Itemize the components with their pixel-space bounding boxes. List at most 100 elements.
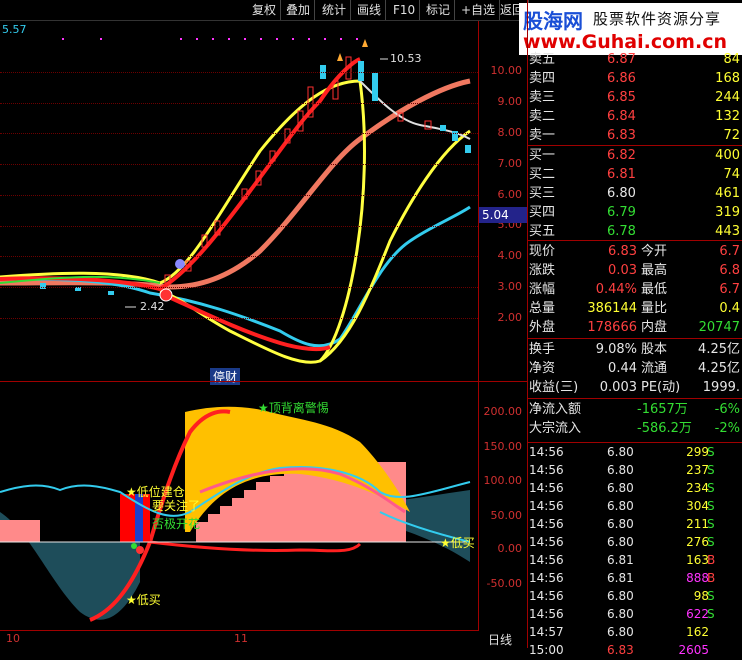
order-volume: 168	[715, 71, 740, 86]
tick-side: S	[707, 607, 715, 621]
tick-row: 14:56 6.80 304 S	[527, 497, 742, 515]
quote-value: 6.7	[719, 282, 740, 297]
tick-row: 14:57 6.80 162	[527, 623, 742, 641]
tick-row: 14:56 6.80 299 S	[527, 443, 742, 461]
quote-key: 净资	[529, 361, 556, 376]
order-volume: 84	[723, 52, 740, 67]
flow-value: -586.2万	[637, 421, 692, 436]
y-tick: 50.00	[490, 509, 523, 522]
gridline	[0, 256, 478, 257]
gridline	[0, 226, 478, 227]
tick-side: S	[707, 463, 715, 477]
gridline	[0, 103, 478, 104]
tick-side: S	[707, 499, 715, 513]
order-label: 卖五	[529, 52, 556, 67]
y-tick: 7.00	[497, 157, 523, 170]
tick-side: S	[707, 481, 715, 495]
add-favorite-button[interactable]: +自选	[457, 0, 501, 20]
gridline	[0, 164, 478, 165]
ma-yellow-2	[319, 129, 471, 363]
quote-key: PE(动)	[641, 380, 681, 395]
tick-volume: 162	[686, 625, 709, 639]
tick-volume: 2605	[678, 643, 709, 657]
order-book-row: 卖二 6.84 132	[527, 107, 742, 126]
x-label-10: 10	[6, 632, 20, 645]
tick-time: 14:56	[529, 571, 564, 585]
gridline	[0, 318, 478, 319]
order-book: 卖五 6.87 84 卖四 6.86 168 卖三 6.85 244 卖二 6.84 132 卖一 6.8…	[527, 50, 742, 241]
quote-divider	[527, 338, 742, 339]
y-tick: 100.00	[483, 474, 523, 487]
order-label: 卖一	[529, 128, 556, 143]
order-label: 买一	[529, 148, 556, 163]
tick-price: 6.83	[607, 643, 634, 657]
order-volume: 319	[715, 205, 740, 220]
order-book-row: 卖五 6.87 84	[527, 50, 742, 69]
mark-button[interactable]: 标记	[422, 0, 456, 20]
tick-side: B	[707, 553, 716, 567]
tick-volume: 299	[686, 445, 709, 459]
candles	[40, 56, 471, 295]
quote-key: 最低	[641, 282, 668, 297]
order-price: 6.81	[607, 167, 636, 182]
order-volume: 244	[715, 90, 740, 105]
tick-row: 14:56 6.80 622 S	[527, 605, 742, 623]
tick-time: 14:56	[529, 481, 564, 495]
quote-key: 涨幅	[529, 282, 556, 297]
stats-button[interactable]: 统计	[318, 0, 352, 20]
tick-volume: 622	[686, 607, 709, 621]
tick-row: 14:56 6.80 234 S	[527, 479, 742, 497]
overlay-button[interactable]: 叠加	[282, 0, 316, 20]
tick-row: 14:56 6.80 237 S	[527, 461, 742, 479]
quote-row: 涨幅 0.44% 最低 6.7	[527, 280, 742, 299]
y-tick: 200.00	[483, 405, 523, 418]
tick-price: 6.80	[607, 499, 634, 513]
order-label: 买二	[529, 167, 556, 182]
order-volume: 74	[723, 167, 740, 182]
y-tick: 150.00	[483, 440, 523, 453]
tick-time: 14:56	[529, 517, 564, 531]
y-tick: 6.00	[497, 188, 523, 201]
high-price-label: 10.53	[390, 52, 422, 65]
tick-price: 6.81	[607, 553, 634, 567]
flow-percent: -6%	[714, 402, 740, 417]
f10-button[interactable]: F10	[389, 0, 421, 20]
tick-price: 6.81	[607, 571, 634, 585]
draw-line-button[interactable]: 画线	[353, 0, 387, 20]
watermark: 股海网 股票软件资源分享 www.Guhai.com.cn	[519, 3, 742, 55]
main-chart[interactable]: 5.57 10.53 2.42 停财	[0, 21, 478, 385]
gridline	[0, 195, 478, 196]
quote-key: 外盘	[529, 320, 556, 335]
order-label: 买五	[529, 224, 556, 239]
order-label: 卖三	[529, 90, 556, 105]
quote-row: 外盘 178666 内盘 20747	[527, 318, 742, 337]
indicator-panel[interactable]: ★顶背离警惕 ★低位建仓 要关注了 否极开花 ★低买 ★低买	[0, 382, 478, 630]
tick-volume: 98	[693, 589, 709, 603]
fuquan-button[interactable]: 复权	[248, 0, 282, 20]
quote-row: 换手 9.08% 股本 4.25亿	[527, 340, 742, 359]
tick-price: 6.80	[607, 607, 634, 621]
ma-red	[0, 57, 361, 292]
red-lower-line	[149, 540, 362, 553]
period-button[interactable]: 日线	[488, 631, 512, 648]
x-label-11: 11	[234, 632, 248, 645]
tick-side: S	[707, 589, 715, 603]
order-book-row: 卖四 6.86 168	[527, 69, 742, 88]
watermark-logo: 股海网	[523, 9, 583, 33]
order-price: 6.80	[607, 186, 636, 201]
bloom-label: 否极开花	[152, 517, 201, 531]
gridline	[0, 287, 478, 288]
order-book-row: 买三 6.80 461	[527, 184, 742, 203]
tick-price: 6.80	[607, 625, 634, 639]
quote-row: 收益(三) 0.003 PE(动) 1999.	[527, 378, 742, 397]
y-tick: 3.00	[497, 280, 523, 293]
gridline	[0, 133, 478, 134]
quote-value: 20747	[698, 320, 740, 335]
quote-key: 股本	[641, 342, 668, 357]
firework-icon-1	[337, 53, 343, 61]
tick-row: 15:00 6.83 2605	[527, 641, 742, 659]
quote-value: 9.08%	[595, 342, 637, 357]
hat-icon	[175, 259, 185, 269]
order-label: 买四	[529, 205, 556, 220]
quote-divider	[527, 240, 742, 241]
